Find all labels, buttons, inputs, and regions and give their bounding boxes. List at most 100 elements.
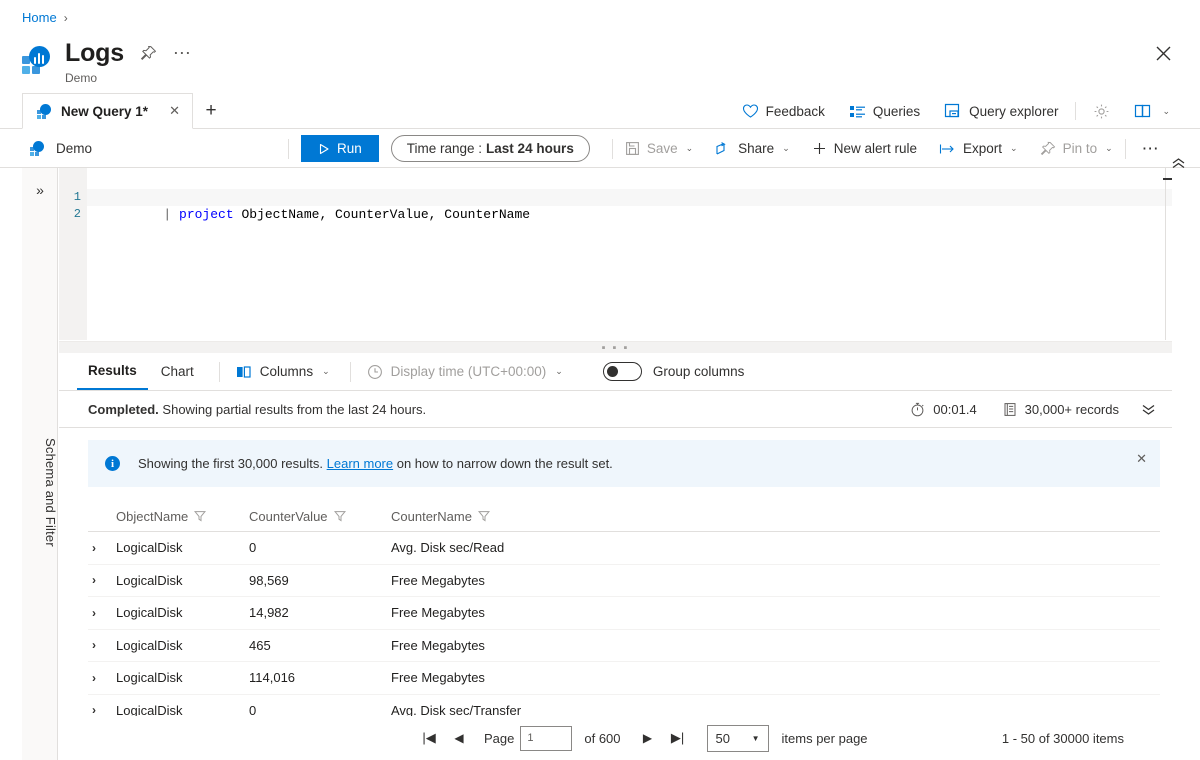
next-page-button[interactable]: ▶ — [633, 731, 663, 745]
columns-button[interactable]: Columns ⌄ — [230, 364, 336, 379]
chevron-right-icon[interactable]: › — [88, 606, 116, 620]
cell-objectname: LogicalDisk — [116, 637, 183, 653]
tab-close-icon[interactable]: ✕ — [167, 103, 182, 119]
export-button[interactable]: Export ⌄ — [929, 134, 1028, 164]
query-explorer-button[interactable]: Query explorer — [932, 94, 1070, 128]
cell-countervalue: 465 — [249, 637, 271, 653]
chevron-right-icon[interactable]: › — [88, 541, 116, 555]
toggle-track — [602, 362, 642, 381]
double-chevron-right-icon[interactable]: » — [22, 182, 58, 198]
close-icon[interactable] — [1150, 40, 1176, 66]
share-label: Share — [738, 141, 775, 156]
tab-chart[interactable]: Chart — [150, 353, 205, 390]
time-range-picker[interactable]: Time range : Last 24 hours — [390, 135, 590, 162]
divider — [1124, 138, 1126, 159]
add-tab-button[interactable]: + — [200, 101, 222, 121]
heart-icon — [742, 103, 759, 119]
header-label: ObjectName — [116, 508, 189, 524]
command-bar-actions: Save ⌄ Share ⌄ New alert rule Export ⌄ P… — [604, 134, 1173, 164]
group-columns-label: Group columns — [652, 364, 745, 379]
cell-countername: Free Megabytes — [391, 670, 485, 686]
ellipsis-icon[interactable]: ⋯ — [173, 44, 192, 62]
cell-countervalue: 14,982 — [249, 605, 289, 621]
double-chevron-down-icon[interactable] — [1141, 404, 1156, 415]
table-row[interactable]: › LogicalDisk 0 Avg. Disk sec/Read — [88, 532, 1160, 565]
splitter-handle: ▪ ▪ ▪ — [601, 341, 630, 354]
list-icon — [849, 104, 866, 119]
editor-results-splitter[interactable]: ▪ ▪ ▪ — [59, 341, 1172, 353]
more-commands-button[interactable]: ⋯ — [1128, 134, 1173, 164]
table-row[interactable]: › LogicalDisk 98,569 Free Megabytes — [88, 565, 1160, 597]
previous-page-button[interactable]: ◀ — [444, 731, 474, 745]
chevron-right-icon[interactable]: › — [88, 703, 116, 716]
help-book-button[interactable]: ⌄ — [1122, 94, 1182, 128]
divider — [349, 361, 351, 382]
pin-to-label: Pin to — [1062, 141, 1098, 156]
display-time-button[interactable]: Display time (UTC+00:00) ⌄ — [361, 364, 569, 380]
cell-objectname: LogicalDisk — [116, 670, 183, 686]
banner-text-after: on how to narrow down the result set. — [396, 456, 613, 471]
filter-icon[interactable] — [333, 510, 346, 522]
divider — [288, 138, 289, 159]
time-range-label: Time range : — [406, 141, 483, 156]
table-row[interactable]: › LogicalDisk 14,982 Free Megabytes — [88, 597, 1160, 630]
pin-to-button[interactable]: Pin to ⌄ — [1030, 134, 1123, 164]
first-page-button[interactable]: |◀ — [414, 730, 444, 746]
records-value: 30,000+ records — [1024, 401, 1119, 417]
queries-button[interactable]: Queries — [837, 94, 932, 128]
save-button[interactable]: Save ⌄ — [615, 134, 703, 164]
tab-results[interactable]: Results — [77, 353, 148, 390]
feedback-button[interactable]: Feedback — [730, 94, 837, 128]
last-page-button[interactable]: ▶| — [663, 730, 693, 746]
column-header-objectname[interactable]: ObjectName — [116, 501, 249, 532]
divider — [218, 361, 220, 382]
export-icon — [939, 142, 956, 156]
display-time-label: Display time (UTC+00:00) — [390, 364, 547, 379]
learn-more-link[interactable]: Learn more — [327, 456, 393, 471]
column-header-countername[interactable]: CounterName — [391, 501, 541, 532]
filter-icon[interactable] — [194, 510, 207, 522]
page-title-block: Logs ⋯ Demo — [22, 38, 192, 85]
code-line-1: 1Perf — [74, 172, 1172, 205]
schema-filter-rail[interactable]: » Schema and Filter — [22, 168, 58, 760]
book-icon — [1134, 103, 1154, 119]
group-columns-toggle[interactable]: Group columns — [602, 362, 745, 381]
export-label: Export — [963, 141, 1003, 156]
tab-new-query-1[interactable]: New Query 1* ✕ — [22, 93, 193, 129]
cell-countername: Free Megabytes — [391, 637, 485, 653]
gear-icon — [1093, 103, 1110, 120]
run-button[interactable]: Run — [301, 135, 379, 162]
pin-icon[interactable] — [140, 45, 157, 62]
editor-collapse-button[interactable] — [1171, 158, 1186, 169]
chevron-down-icon: ⌄ — [555, 366, 563, 376]
new-alert-rule-button[interactable]: New alert rule — [802, 134, 927, 164]
settings-button[interactable] — [1081, 94, 1122, 128]
page-label: Page — [484, 730, 515, 746]
query-tab-strip: New Query 1* ✕ + Feedback Queries Query … — [0, 93, 1200, 129]
table-row[interactable]: › LogicalDisk 465 Free Megabytes — [88, 630, 1160, 662]
query-duration: 00:01.4 — [910, 402, 977, 417]
line-number: 1 — [73, 190, 81, 204]
breadcrumb-item-home[interactable]: Home — [22, 10, 57, 25]
chevron-right-icon[interactable]: › — [88, 638, 116, 652]
page-number-input[interactable] — [520, 725, 573, 751]
logs-blade: Home › Logs ⋯ Demo New Query 1* ✕ + Feed… — [0, 0, 1200, 760]
banner-close-icon[interactable]: ✕ — [1136, 451, 1147, 467]
items-per-page-label: items per page — [781, 730, 868, 746]
expand-column-header — [88, 501, 116, 532]
column-header-countervalue[interactable]: CounterValue — [249, 501, 391, 532]
table-row[interactable]: › LogicalDisk 114,016 Free Megabytes — [88, 662, 1160, 695]
cell-countername: Free Megabytes — [391, 605, 485, 621]
chevron-right-icon[interactable]: › — [88, 573, 116, 587]
query-editor[interactable]: 1Perf 2 | project ObjectName, CounterValu… — [59, 168, 1172, 340]
filter-icon[interactable] — [477, 510, 490, 522]
editor-code[interactable]: 1Perf 2 | project ObjectName, CounterValu… — [74, 172, 1172, 222]
tab-label: New Query 1* — [61, 103, 149, 119]
scope-selector[interactable]: Demo — [30, 141, 288, 156]
share-button[interactable]: Share ⌄ — [705, 134, 800, 164]
table-row[interactable]: › LogicalDisk 0 Avg. Disk sec/Transfer — [88, 695, 1160, 716]
page-title: Logs — [65, 39, 124, 67]
query-explorer-label: Query explorer — [969, 103, 1059, 119]
chevron-right-icon[interactable]: › — [88, 671, 116, 685]
page-size-select[interactable]: 50 ▼ — [706, 724, 769, 752]
